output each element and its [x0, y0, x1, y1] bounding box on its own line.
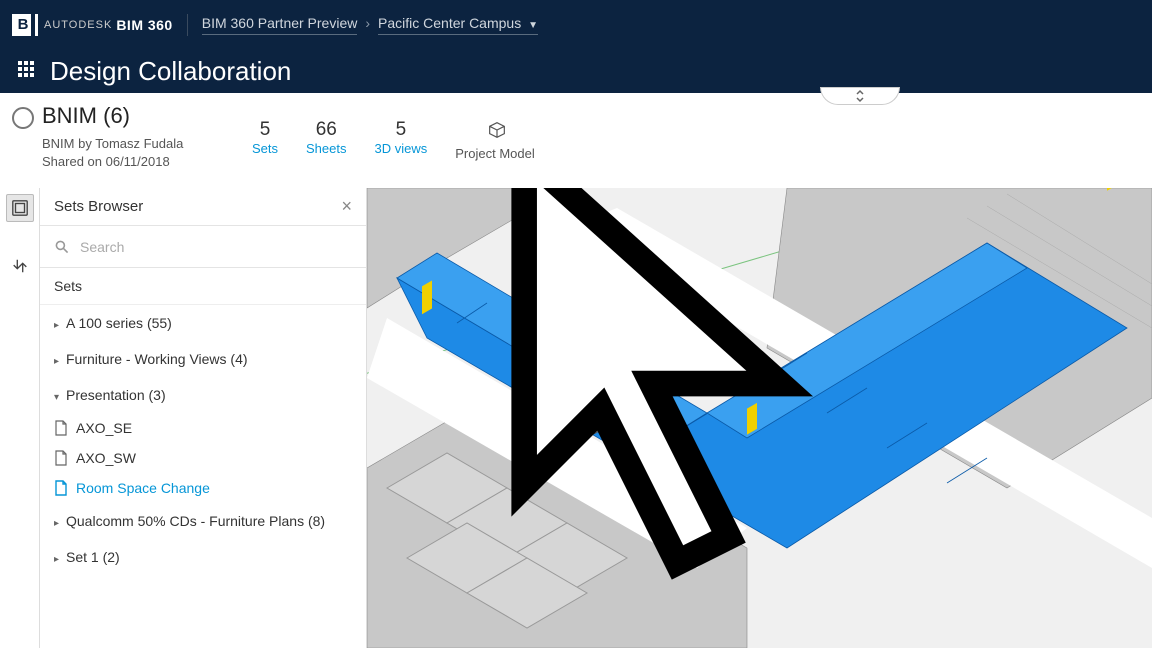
close-icon[interactable]: × [341, 196, 352, 217]
cursor-icon [367, 188, 1070, 588]
tree-set1[interactable]: ▸Set 1 (2) [40, 539, 366, 575]
content-area: BNIM (6) BNIM by Tomasz Fudala Shared on… [0, 93, 1152, 648]
leaf-room-space-change[interactable]: Room Space Change [40, 473, 366, 503]
rail-changes-button[interactable] [6, 252, 34, 280]
search-row[interactable] [40, 226, 366, 268]
tree-furniture[interactable]: ▸Furniture - Working Views (4) [40, 341, 366, 377]
breadcrumb-project-label: Pacific Center Campus [378, 15, 521, 31]
breadcrumb-account[interactable]: BIM 360 Partner Preview [202, 15, 358, 35]
collapsed-arrow-icon: ▸ [54, 554, 64, 565]
tree-a100-label: A 100 series (55) [66, 315, 172, 331]
sheet-icon [54, 480, 68, 496]
collapsed-arrow-icon: ▸ [54, 320, 64, 331]
stat-sets-label: Sets [252, 141, 278, 156]
tree-a100[interactable]: ▸A 100 series (55) [40, 305, 366, 341]
tree-set1-label: Set 1 (2) [66, 549, 120, 565]
timeline-toggle-handle[interactable] [820, 87, 900, 105]
app-header: B AUTODESK BIM 360 BIM 360 Partner Previ… [0, 0, 1152, 49]
search-icon [54, 239, 70, 255]
brand-bim360: BIM 360 [116, 17, 172, 33]
stat-sheets-count: 66 [306, 119, 346, 141]
sets-section-header: Sets [40, 268, 366, 305]
stat-3dviews-label: 3D views [375, 141, 428, 156]
leaf-room-space-change-label: Room Space Change [76, 480, 210, 496]
bim360-logo-icon: B [12, 14, 34, 36]
sheet-icon [54, 420, 68, 436]
stat-sheets[interactable]: 66 Sheets [306, 119, 346, 156]
chevron-down-icon: ▼ [528, 20, 538, 31]
package-byline: BNIM by Tomasz Fudala [42, 135, 242, 153]
module-bar: Design Collaboration [0, 49, 1152, 93]
leaf-axo-se[interactable]: AXO_SE [40, 413, 366, 443]
divider [187, 14, 188, 36]
stat-sets[interactable]: 5 Sets [252, 119, 278, 156]
expanded-arrow-icon: ▾ [54, 392, 64, 403]
panel-title: Sets Browser [54, 198, 143, 215]
package-header: BNIM (6) BNIM by Tomasz Fudala Shared on… [0, 93, 1152, 188]
split-area: Sets Browser × Sets ▸A 100 series (55) ▸… [0, 188, 1152, 648]
model-viewer[interactable] [367, 188, 1152, 648]
module-switcher-icon[interactable] [18, 61, 38, 81]
stat-project-model[interactable]: Project Model [455, 119, 534, 161]
leaf-axo-sw[interactable]: AXO_SW [40, 443, 366, 473]
search-input[interactable] [80, 239, 352, 255]
collapsed-arrow-icon: ▸ [54, 356, 64, 367]
stat-3dviews-count: 5 [375, 119, 428, 141]
tree-qualcomm[interactable]: ▸Qualcomm 50% CDs - Furniture Plans (8) [40, 503, 366, 539]
package-title: BNIM (6) [42, 103, 242, 129]
leaf-axo-sw-label: AXO_SW [76, 450, 136, 466]
stat-3dviews[interactable]: 5 3D views [375, 119, 428, 156]
panel-header: Sets Browser × [40, 188, 366, 226]
collapsed-arrow-icon: ▸ [54, 518, 64, 529]
package-shared-date: Shared on 06/11/2018 [42, 153, 242, 171]
tree-qualcomm-label: Qualcomm 50% CDs - Furniture Plans (8) [66, 513, 325, 529]
brand-autodesk: AUTODESK [44, 19, 112, 31]
package-stats: 5 Sets 66 Sheets 5 3D views Project Mode… [252, 119, 535, 161]
sheet-icon [54, 450, 68, 466]
stat-project-model-label: Project Model [455, 146, 534, 161]
stat-sheets-label: Sheets [306, 141, 346, 156]
rail-sets-browser-button[interactable] [6, 194, 34, 222]
breadcrumb-separator: › [365, 15, 370, 34]
stat-sets-count: 5 [252, 119, 278, 141]
package-status-icon [12, 107, 34, 129]
tree-presentation[interactable]: ▾Presentation (3) [40, 377, 366, 413]
breadcrumb-project[interactable]: Pacific Center Campus ▼ [378, 15, 538, 35]
sets-browser-panel: Sets Browser × Sets ▸A 100 series (55) ▸… [40, 188, 367, 648]
module-title: Design Collaboration [50, 56, 291, 87]
tree-presentation-label: Presentation (3) [66, 387, 166, 403]
cube-icon [486, 119, 504, 137]
leaf-axo-se-label: AXO_SE [76, 420, 132, 436]
tree-furniture-label: Furniture - Working Views (4) [66, 351, 248, 367]
left-rail [0, 188, 40, 648]
